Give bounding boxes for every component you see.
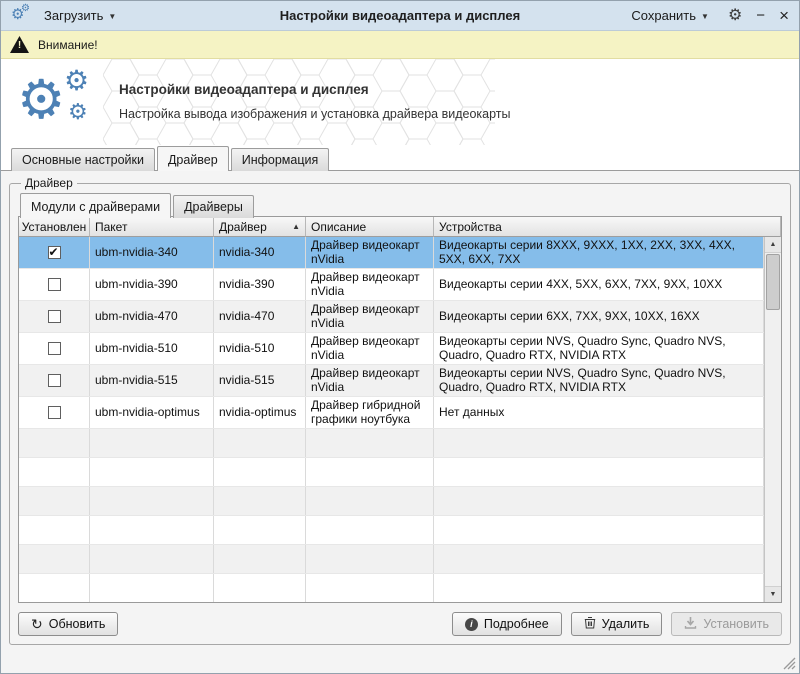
minimize-button[interactable]: − bbox=[756, 8, 765, 23]
table-row[interactable]: ubm-nvidia-optimus nvidia-optimus Драйве… bbox=[19, 397, 764, 429]
package-cell: ubm-nvidia-510 bbox=[90, 333, 214, 364]
dropdown-arrow-icon: ▼ bbox=[701, 10, 709, 21]
tab-driver-modules[interactable]: Модули с драйверами bbox=[20, 193, 171, 218]
installed-cell bbox=[19, 397, 90, 428]
driver-cell: nvidia-510 bbox=[214, 333, 306, 364]
column-header-driver[interactable]: Драйвер ▲ bbox=[214, 217, 306, 237]
app-window: ⚙ ⚙ Загрузить ▼ Настройки видеоадаптера … bbox=[0, 0, 800, 674]
page-subtitle: Настройка вывода изображения и установка… bbox=[119, 107, 511, 121]
installed-checkbox[interactable] bbox=[48, 278, 61, 291]
devices-cell: Видеокарты серии 8XXX, 9XXX, 1XX, 2XX, 3… bbox=[434, 237, 764, 268]
statusbar bbox=[1, 647, 799, 673]
install-button[interactable]: Установить bbox=[671, 612, 782, 636]
install-icon bbox=[684, 616, 697, 632]
warning-icon: ! bbox=[10, 36, 29, 53]
save-button[interactable]: Сохранить ▼ bbox=[626, 6, 714, 25]
installed-cell bbox=[19, 333, 90, 364]
installed-checkbox[interactable] bbox=[48, 342, 61, 355]
delete-button[interactable]: Удалить bbox=[571, 612, 663, 636]
titlebar: ⚙ ⚙ Загрузить ▼ Настройки видеоадаптера … bbox=[1, 1, 799, 31]
devices-cell: Видеокарты серии NVS, Quadro Sync, Quadr… bbox=[434, 365, 764, 396]
package-cell: ubm-nvidia-515 bbox=[90, 365, 214, 396]
scrollbar-thumb[interactable] bbox=[766, 254, 780, 310]
warning-banner: ! Внимание! bbox=[1, 31, 799, 59]
devices-cell: Видеокарты серии NVS, Quadro Sync, Quadr… bbox=[434, 333, 764, 364]
sort-ascending-icon: ▲ bbox=[292, 222, 300, 231]
driver-groupbox: Драйвер Модули с драйверами Драйверы Уст… bbox=[9, 176, 791, 645]
info-icon: i bbox=[465, 618, 478, 631]
description-cell: Драйвер видеокарт nVidia bbox=[306, 269, 434, 300]
driver-cell: nvidia-515 bbox=[214, 365, 306, 396]
devices-cell: Видеокарты серии 6XX, 7XX, 9XX, 10XX, 16… bbox=[434, 301, 764, 332]
driver-cell: nvidia-340 bbox=[214, 237, 306, 268]
driver-cell: nvidia-390 bbox=[214, 269, 306, 300]
package-cell: ubm-nvidia-340 bbox=[90, 237, 214, 268]
empty-row bbox=[19, 545, 764, 574]
vertical-scrollbar[interactable]: ▲ ▼ bbox=[764, 237, 781, 602]
table-row[interactable]: ubm-nvidia-390 nvidia-390 Драйвер видеок… bbox=[19, 269, 764, 301]
empty-row bbox=[19, 429, 764, 458]
description-cell: Драйвер видеокарт nVidia bbox=[306, 365, 434, 396]
table-row[interactable]: ubm-nvidia-510 nvidia-510 Драйвер видеок… bbox=[19, 333, 764, 365]
description-cell: Драйвер гибридной графики ноутбука bbox=[306, 397, 434, 428]
refresh-button[interactable]: ↻ Обновить bbox=[18, 612, 118, 636]
column-header-description[interactable]: Описание bbox=[306, 217, 434, 237]
header-gears-icon: ⚙ ⚙ ⚙ bbox=[17, 67, 107, 139]
table-row[interactable]: ubm-nvidia-515 nvidia-515 Драйвер видеок… bbox=[19, 365, 764, 397]
column-header-installed[interactable]: Установлен bbox=[19, 217, 90, 237]
empty-row bbox=[19, 574, 764, 602]
load-button[interactable]: Загрузить ▼ bbox=[39, 6, 121, 25]
app-gears-icon: ⚙ ⚙ bbox=[11, 6, 33, 26]
installed-checkbox[interactable] bbox=[48, 406, 61, 419]
table-header: Установлен Пакет Драйвер ▲ Описание Устр… bbox=[19, 217, 781, 237]
tab-information[interactable]: Информация bbox=[231, 148, 330, 171]
description-cell: Драйвер видеокарт nVidia bbox=[306, 301, 434, 332]
details-button[interactable]: i Подробнее bbox=[452, 612, 562, 636]
main-tabbar: Основные настройки Драйвер Информация bbox=[1, 145, 799, 170]
table-row[interactable]: ubm-nvidia-340 nvidia-340 Драйвер видеок… bbox=[19, 237, 764, 269]
package-cell: ubm-nvidia-optimus bbox=[90, 397, 214, 428]
page-header: ⚙ ⚙ ⚙ Настройки видеоадаптера и дисплея … bbox=[1, 59, 799, 145]
settings-gear-button[interactable]: ⚙ bbox=[728, 8, 742, 24]
resize-grip[interactable] bbox=[783, 657, 796, 670]
column-header-devices[interactable]: Устройства bbox=[434, 217, 781, 237]
inner-tabbar: Модули с драйверами Драйверы bbox=[18, 192, 782, 217]
package-cell: ubm-nvidia-390 bbox=[90, 269, 214, 300]
tab-drivers[interactable]: Драйверы bbox=[173, 195, 254, 218]
description-cell: Драйвер видеокарт nVidia bbox=[306, 237, 434, 268]
button-row: ↻ Обновить i Подробнее Удалить bbox=[18, 603, 782, 636]
page-title: Настройки видеоадаптера и дисплея bbox=[119, 82, 511, 97]
installed-checkbox[interactable] bbox=[48, 246, 61, 259]
installed-checkbox[interactable] bbox=[48, 374, 61, 387]
installed-checkbox[interactable] bbox=[48, 310, 61, 323]
installed-cell bbox=[19, 237, 90, 268]
tab-driver[interactable]: Драйвер bbox=[157, 146, 229, 171]
empty-row bbox=[19, 458, 764, 487]
driver-cell: nvidia-optimus bbox=[214, 397, 306, 428]
driver-table: Установлен Пакет Драйвер ▲ Описание Устр… bbox=[18, 216, 782, 603]
trash-icon bbox=[584, 616, 596, 632]
close-button[interactable]: × bbox=[779, 7, 789, 24]
driver-tab-pane: Драйвер Модули с драйверами Драйверы Уст… bbox=[1, 170, 799, 647]
installed-cell bbox=[19, 301, 90, 332]
warning-text: Внимание! bbox=[38, 38, 98, 52]
devices-cell: Нет данных bbox=[434, 397, 764, 428]
installed-cell bbox=[19, 365, 90, 396]
empty-row bbox=[19, 487, 764, 516]
empty-row bbox=[19, 516, 764, 545]
description-cell: Драйвер видеокарт nVidia bbox=[306, 333, 434, 364]
dropdown-arrow-icon: ▼ bbox=[108, 10, 116, 21]
package-cell: ubm-nvidia-470 bbox=[90, 301, 214, 332]
scrollbar-up-button[interactable]: ▲ bbox=[765, 237, 781, 253]
tab-main-settings[interactable]: Основные настройки bbox=[11, 148, 155, 171]
column-header-package[interactable]: Пакет bbox=[90, 217, 214, 237]
devices-cell: Видеокарты серии 4XX, 5XX, 6XX, 7XX, 9XX… bbox=[434, 269, 764, 300]
scrollbar-down-button[interactable]: ▼ bbox=[765, 586, 781, 602]
table-body: ubm-nvidia-340 nvidia-340 Драйвер видеок… bbox=[19, 237, 764, 602]
driver-cell: nvidia-470 bbox=[214, 301, 306, 332]
installed-cell bbox=[19, 269, 90, 300]
table-row[interactable]: ubm-nvidia-470 nvidia-470 Драйвер видеок… bbox=[19, 301, 764, 333]
refresh-icon: ↻ bbox=[31, 617, 43, 631]
groupbox-label: Драйвер bbox=[21, 176, 77, 190]
